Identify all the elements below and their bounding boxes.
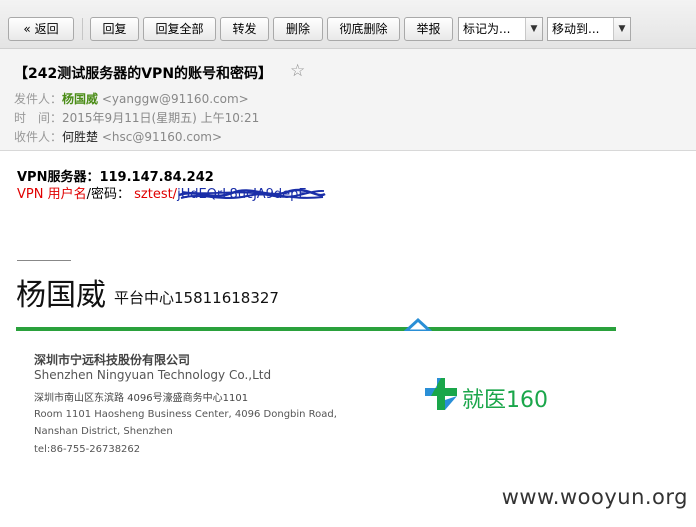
signature-notch-icon (404, 317, 432, 331)
delete-permanently-button[interactable]: 彻底删除 (327, 17, 400, 41)
time-row: 时 间：2015年9月11日(星期五) 上午10:21 (14, 109, 259, 126)
toolbar: « 返回 回复 回复全部 转发 删除 彻底删除 举报 标记为... ▼ 移动到.… (0, 0, 696, 49)
chevron-down-icon: ▼ (525, 18, 542, 40)
move-to-value: 移动到... (552, 22, 600, 36)
signature-title: 平台中心15811618327 (114, 289, 279, 307)
company-name-en: Shenzhen Ningyuan Technology Co.,Ltd (34, 368, 272, 382)
company-name-cn: 深圳市宁远科技股份有限公司 (34, 353, 191, 367)
medical-cross-logo-icon (425, 378, 457, 410)
to-label: 收件人： (14, 130, 63, 144)
from-label: 发件人： (14, 92, 63, 106)
from-name[interactable]: 杨国威 (62, 92, 98, 106)
move-to-select[interactable]: 移动到... ▼ (547, 17, 631, 41)
time-label: 时 间： (14, 111, 63, 125)
watermark: www.wooyun.org (501, 485, 688, 509)
to-row: 收件人：何胜楚 <hsc@91160.com> (14, 128, 222, 145)
from-address: <yanggw@91160.com> (101, 92, 249, 106)
company-tel: tel:86-755-26738262 (34, 444, 141, 455)
to-address: <hsc@91160.com> (101, 130, 223, 144)
from-row: 发件人：杨国威 <yanggw@91160.com> (14, 90, 249, 107)
report-button[interactable]: 举报 (404, 17, 453, 41)
company-address-cn: 深圳市南山区东滨路 4096号濠盛商务中心1101 (34, 393, 249, 404)
company-address-en-1: Room 1101 Haosheng Business Center, 4096… (34, 409, 337, 420)
vpn-credentials-line: VPN 用户名/密码： sztest/ jUdEQrL8ucJA9depE (17, 183, 327, 202)
email-body: VPN服务器：119.147.84.242 VPN 用户名/密码： sztest… (0, 151, 696, 527)
mark-as-value: 标记为... (463, 22, 511, 36)
signature-green-line (16, 327, 616, 331)
mark-as-select[interactable]: 标记为... ▼ (458, 17, 543, 41)
signature-name: 杨国威 (16, 278, 106, 313)
vpn-pass-label: /密码： (86, 187, 130, 202)
back-button[interactable]: « 返回 (8, 17, 74, 41)
scribble-redaction (178, 188, 326, 199)
email-header: 【242测试服务器的VPN的账号和密码】 ☆ 发件人：杨国威 <yanggw@9… (0, 49, 696, 151)
star-icon[interactable]: ☆ (290, 61, 305, 81)
signature-divider (17, 260, 71, 261)
redacted-password: jUdEQrL8ucJA9depE (177, 187, 327, 202)
vpn-user-label: VPN 用户名 (17, 187, 87, 202)
email-subject: 【242测试服务器的VPN的账号和密码】 (14, 66, 273, 82)
delete-button[interactable]: 删除 (273, 17, 323, 41)
forward-button[interactable]: 转发 (220, 17, 269, 41)
to-name[interactable]: 何胜楚 (62, 130, 98, 144)
chevron-down-icon: ▼ (613, 18, 630, 40)
brand-logo-text: 就医160 (462, 388, 548, 413)
reply-all-button[interactable]: 回复全部 (143, 17, 216, 41)
company-address-en-2: Nanshan District, Shenzhen (34, 426, 173, 437)
time-value: 2015年9月11日(星期五) 上午10:21 (62, 111, 260, 125)
vpn-user-value: sztest/ (134, 187, 178, 202)
reply-button[interactable]: 回复 (90, 17, 139, 41)
toolbar-separator (82, 18, 83, 40)
